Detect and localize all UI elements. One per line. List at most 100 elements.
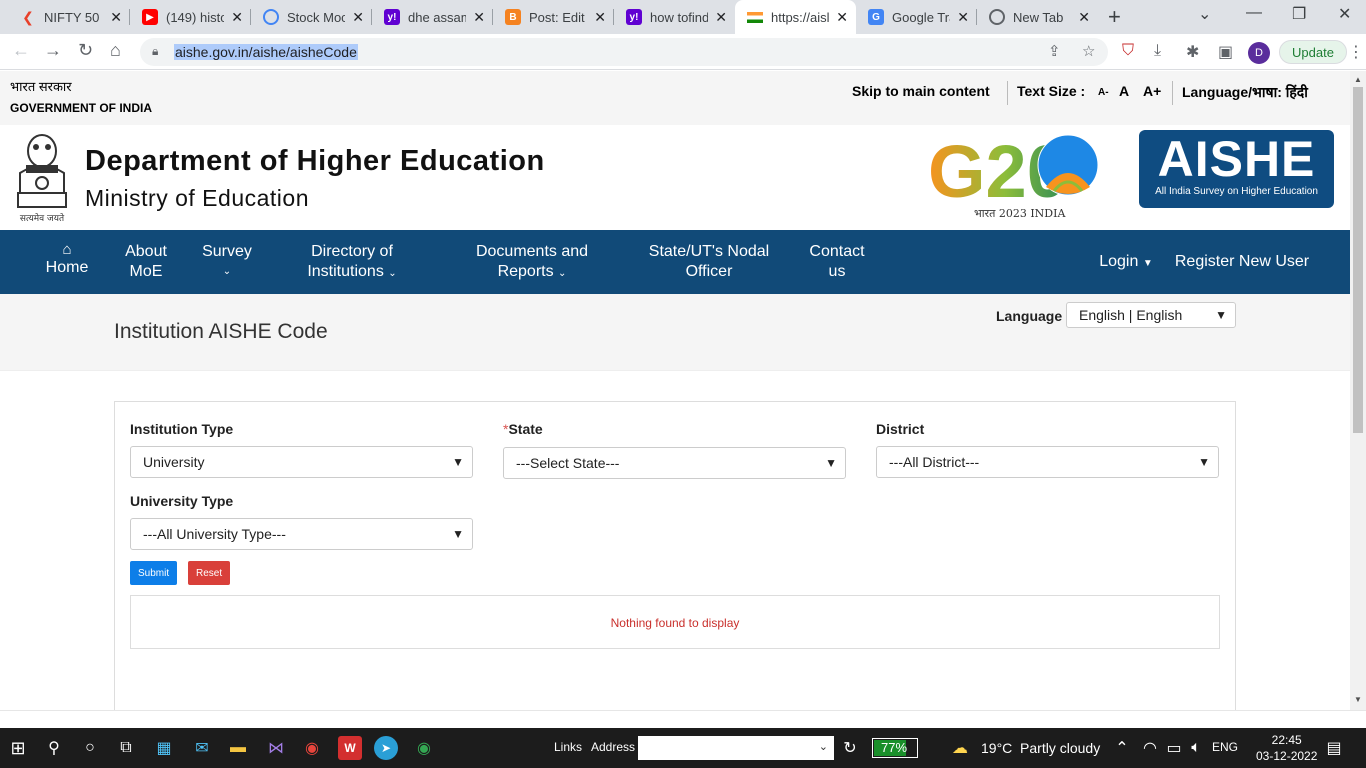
text-size-small-button[interactable]: A- <box>1098 87 1109 98</box>
home-icon[interactable]: ⌂ <box>110 40 121 61</box>
volume-icon[interactable]: 🔈︎ <box>1184 736 1208 760</box>
close-tab-icon[interactable]: ✕ <box>957 9 969 26</box>
browser-tab[interactable]: G Google Tra ✕ <box>856 0 977 34</box>
back-arrow-icon[interactable]: ← <box>12 40 30 61</box>
submit-button[interactable]: Submit <box>130 561 178 585</box>
refresh-icon[interactable]: ↻ <box>838 736 862 760</box>
browser-tab[interactable]: New Tab ✕ <box>977 0 1098 34</box>
nifty-arrow-icon: ❮ <box>22 8 34 25</box>
close-tab-icon[interactable]: ✕ <box>231 9 243 26</box>
nav-contact[interactable]: Contact us <box>802 242 872 282</box>
close-tab-icon[interactable]: ✕ <box>594 9 606 26</box>
visual-studio-icon[interactable]: ⋈ <box>264 736 288 760</box>
display-icon[interactable]: ▭ <box>1162 736 1186 760</box>
browser-tab-active[interactable]: https://aisl ✕ <box>735 0 856 34</box>
chevron-down-icon[interactable]: ⌄ <box>819 740 828 753</box>
mail-icon[interactable]: ✉ <box>190 736 214 760</box>
university-type-select[interactable]: ---All University Type--- ▼ <box>130 518 473 550</box>
institution-type-select[interactable]: University ▼ <box>130 446 473 478</box>
close-tab-icon[interactable]: ✕ <box>1078 9 1090 26</box>
address-bar[interactable]: 🔒︎ aishe.gov.in/aishe/aisheCode ⇪ ☆ <box>140 38 1108 66</box>
text-size-normal-button[interactable]: A <box>1119 83 1129 99</box>
chrome-icon[interactable]: ◉ <box>412 736 436 760</box>
close-tab-icon[interactable]: ✕ <box>352 9 364 26</box>
weather-text[interactable]: 19°C Partly cloudy <box>981 740 1100 756</box>
battery-indicator[interactable]: 77% <box>872 738 918 758</box>
browser-tab[interactable]: y! how tofind ✕ <box>614 0 735 34</box>
district-select[interactable]: ---All District--- ▼ <box>876 446 1219 478</box>
reset-button[interactable]: Reset <box>188 561 231 585</box>
gov-english: GOVERNMENT OF INDIA <box>10 101 153 115</box>
system-clock[interactable]: 22:45 03-12-2022 <box>1256 732 1317 764</box>
text-size-large-button[interactable]: A+ <box>1143 83 1161 99</box>
telegram-icon[interactable]: ➤ <box>374 736 398 760</box>
district-value: ---All District--- <box>889 454 980 470</box>
browser-tab[interactable]: B Post: Edit ✕ <box>493 0 614 34</box>
nav-directory[interactable]: Directory of Institutions ⌄ <box>292 242 412 284</box>
menu-kebab-icon[interactable]: ⋮ <box>1348 42 1364 62</box>
aishe-logo: AISHE All India Survey on Higher Educati… <box>1139 130 1334 208</box>
scroll-down-icon[interactable]: ▼ <box>1354 695 1362 704</box>
language-hindi-link[interactable]: Language/भाषा: हिंदी <box>1182 83 1308 102</box>
windows-start-icon[interactable]: ⊞ <box>6 736 30 760</box>
bookmark-star-icon[interactable]: ☆ <box>1082 42 1095 60</box>
forward-arrow-icon[interactable]: → <box>44 40 62 61</box>
wps-office-icon[interactable]: W <box>338 736 362 760</box>
nav-home[interactable]: ⌂ Home <box>42 242 92 278</box>
close-tab-icon[interactable]: ✕ <box>473 9 485 26</box>
browser-tab[interactable]: y! dhe assam ✕ <box>372 0 493 34</box>
tab-search-chevron-icon[interactable]: ⌄ <box>1198 4 1211 24</box>
input-language[interactable]: ENG <box>1212 740 1238 754</box>
new-tab-plus-icon[interactable]: + <box>1108 4 1121 30</box>
lock-icon[interactable]: 🔒︎ <box>152 44 158 59</box>
share-icon[interactable]: ⇪ <box>1048 42 1061 60</box>
state-select[interactable]: ---Select State--- ▼ <box>503 447 846 479</box>
cortana-icon[interactable]: ○ <box>78 736 102 760</box>
nav-login[interactable]: Login ▼ <box>1094 252 1158 274</box>
nav-nodal-officer[interactable]: State/UT's Nodal Officer <box>640 242 778 282</box>
state-label: *State <box>503 421 543 437</box>
weather-cloud-icon[interactable]: ☁ <box>948 736 972 760</box>
notifications-icon[interactable]: ▤ <box>1322 736 1346 760</box>
page-scrollbar[interactable]: ▲ ▼ <box>1350 71 1366 710</box>
store-icon[interactable]: ▦ <box>152 736 176 760</box>
aishe-logo-text: AISHE <box>1157 131 1316 187</box>
close-tab-icon[interactable]: ✕ <box>715 9 727 26</box>
download-icon[interactable]: ⤓ <box>1154 42 1161 60</box>
chevron-up-icon[interactable]: ⌃ <box>1110 736 1134 760</box>
scroll-up-icon[interactable]: ▲ <box>1354 75 1362 84</box>
browser-tab-strip: ❮ NIFTY 50 ( ✕ ▶ (149) histo ✕ Stock Moc… <box>0 0 1366 34</box>
search-icon[interactable]: ⚲ <box>42 736 66 760</box>
browser-tab[interactable]: ▶ (149) histo ✕ <box>130 0 251 34</box>
browser-tab[interactable]: Stock Moc ✕ <box>251 0 372 34</box>
nav-register-label: Register New User <box>1174 253 1310 270</box>
profile-avatar[interactable]: D <box>1248 42 1270 64</box>
url-text[interactable]: aishe.gov.in/aishe/aisheCode <box>174 44 358 60</box>
update-button[interactable]: Update <box>1279 40 1347 64</box>
scrollbar-thumb[interactable] <box>1353 87 1363 433</box>
extension-shield-icon[interactable]: ⛉ <box>1122 42 1134 60</box>
browser-tab[interactable]: ❮ NIFTY 50 ( ✕ <box>0 0 130 34</box>
language-select[interactable]: English | English ▼ <box>1066 302 1236 328</box>
links-label[interactable]: Links <box>554 740 582 754</box>
chrome-icon[interactable]: ◉ <box>300 736 324 760</box>
minimize-icon[interactable]: — <box>1246 4 1262 22</box>
close-tab-icon[interactable]: ✕ <box>110 9 122 26</box>
wifi-icon[interactable]: ◠ <box>1138 736 1162 760</box>
nav-documents[interactable]: Documents and Reports ⌄ <box>466 242 598 284</box>
task-view-icon[interactable]: ⧉ <box>114 736 138 760</box>
close-window-icon[interactable]: ✕ <box>1338 4 1351 24</box>
main-navbar: ⌂ Home About MoE Survey ⌄ Directory of I… <box>0 230 1350 294</box>
nav-survey[interactable]: Survey ⌄ <box>196 242 258 282</box>
side-panel-icon[interactable]: ▣ <box>1218 42 1233 62</box>
restore-icon[interactable]: ❐ <box>1292 4 1306 24</box>
nav-about-moe[interactable]: About MoE <box>118 242 174 282</box>
tab-title: Google Tra <box>892 9 950 25</box>
file-explorer-icon[interactable]: ▬ <box>226 736 250 760</box>
close-tab-icon[interactable]: ✕ <box>836 9 848 26</box>
taskbar-address-input[interactable]: ⌄ <box>638 736 834 760</box>
reload-icon[interactable]: ↻ <box>78 40 93 61</box>
extensions-puzzle-icon[interactable]: ✱ <box>1186 42 1199 62</box>
nav-register[interactable]: Register New User <box>1170 252 1314 272</box>
skip-to-main-link[interactable]: Skip to main content <box>852 83 990 99</box>
